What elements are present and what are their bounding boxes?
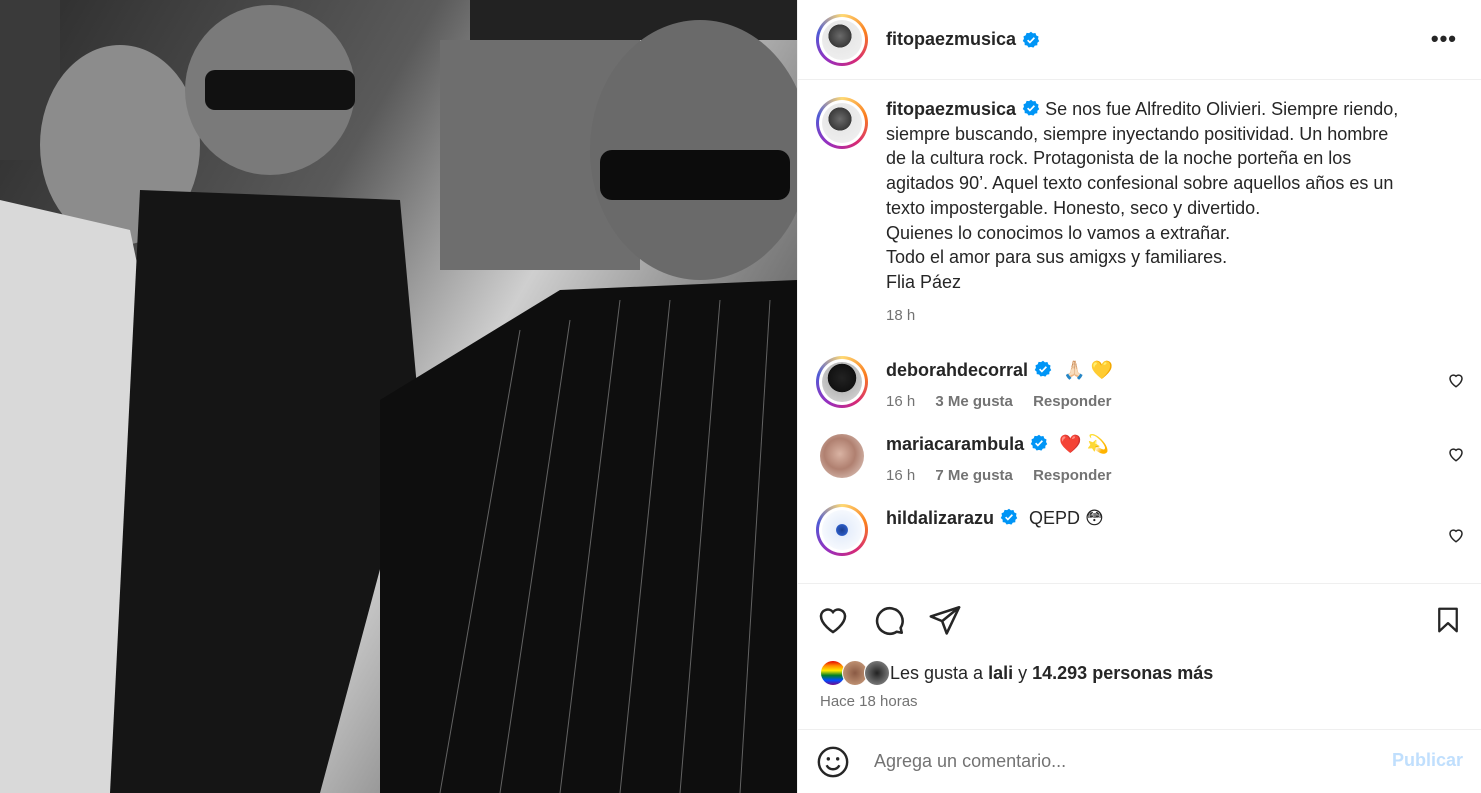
photo-illustration (0, 0, 797, 793)
publish-button[interactable]: Publicar (1392, 750, 1463, 771)
comment-username[interactable]: mariacarambula (886, 434, 1024, 454)
author-username[interactable]: fitopaezmusica (886, 29, 1016, 50)
caption-line: Quienes lo conocimos lo vamos a extrañar… (886, 222, 1231, 243)
verified-badge-icon (1030, 435, 1048, 451)
comment-text: 🙏🏻 💛 (1063, 360, 1113, 381)
like-heart-icon[interactable] (816, 603, 850, 637)
comment-avatar[interactable] (816, 504, 868, 557)
verified-badge-icon (1034, 361, 1052, 377)
verified-badge-icon (1000, 509, 1018, 525)
comment-bubble-icon[interactable] (872, 603, 906, 637)
emoji-picker-icon[interactable] (816, 745, 850, 779)
save-bookmark-icon[interactable] (1433, 604, 1463, 636)
caption-line: texto impostergable. Honesto, seco y div… (886, 197, 1261, 218)
verified-badge-icon (1022, 31, 1040, 48)
comment-item: hildalizarazu QEPD 😳 (798, 504, 1481, 557)
comment-text: QEPD 😳 (1029, 508, 1104, 529)
like-comment-heart-icon[interactable] (1447, 526, 1465, 544)
post-photo[interactable] (0, 0, 797, 793)
comment-username[interactable]: hildalizarazu (886, 508, 994, 528)
comment-avatar[interactable] (820, 434, 864, 479)
caption-line: agitados 90’. Aquel texto confesional so… (886, 173, 1394, 194)
caption-line: Todo el amor para sus amigxs y familiare… (886, 247, 1228, 268)
post-header: fitopaezmusica ••• (798, 0, 1481, 80)
comment-time[interactable]: 16 h (886, 467, 915, 484)
caption-line: Se nos fue Alfredito Olivieri. Siempre r… (1045, 99, 1399, 119)
author-avatar[interactable] (816, 13, 868, 66)
comment-input[interactable] (872, 750, 1356, 773)
comment-username[interactable]: deborahdecorral (886, 360, 1028, 380)
caption-text: fitopaezmusica Se nos fue Alfredito Oliv… (886, 97, 1426, 328)
caption-username[interactable]: fitopaezmusica (886, 99, 1016, 119)
likes-user-link[interactable]: lali (988, 663, 1013, 684)
post-timestamp[interactable]: Hace 18 horas (798, 693, 1481, 710)
comment-likes[interactable]: 7 Me gusta (935, 467, 1013, 484)
comment-composer: Publicar (798, 729, 1481, 793)
comment-time[interactable]: 16 h (886, 393, 915, 410)
like-comment-heart-icon[interactable] (1447, 445, 1465, 463)
likes-joiner: y (1018, 662, 1028, 683)
reply-button[interactable]: Responder (1033, 393, 1111, 410)
comments-scroll-area[interactable]: fitopaezmusica Se nos fue Alfredito Oliv… (798, 81, 1481, 583)
share-paper-plane-icon[interactable] (928, 603, 962, 637)
instagram-post: fitopaezmusica ••• fitopaezmusica Se nos… (0, 0, 1481, 793)
post-actions: Les gusta a lali y 14.293 personas más H… (798, 583, 1481, 710)
comment-text: ❤️ 💫 (1059, 434, 1109, 455)
verified-badge-icon (1022, 99, 1040, 116)
liker-avatars (820, 660, 890, 686)
likes-others-link[interactable]: 14.293 personas más (1032, 663, 1213, 684)
caption-line: de la cultura rock. Protagonista de la n… (886, 148, 1352, 169)
like-comment-heart-icon[interactable] (1447, 371, 1465, 389)
caption-avatar[interactable] (816, 97, 868, 149)
caption-line: siempre buscando, siempre inyectando pos… (886, 123, 1389, 144)
post-details-panel: fitopaezmusica ••• fitopaezmusica Se nos… (797, 0, 1481, 793)
comment-item: deborahdecorral 🙏🏻 💛 16 h 3 Me gusta Res… (798, 356, 1481, 410)
comment-avatar[interactable] (816, 356, 868, 409)
caption-time[interactable]: 18 h (886, 304, 1426, 329)
likes-summary[interactable]: Les gusta a lali y 14.293 personas más (798, 658, 1481, 688)
caption: fitopaezmusica Se nos fue Alfredito Oliv… (798, 81, 1481, 328)
likes-prefix: Les gusta a (890, 662, 984, 683)
comment-likes[interactable]: 3 Me gusta (935, 393, 1013, 410)
more-options-button[interactable]: ••• (1431, 26, 1457, 52)
reply-button[interactable]: Responder (1033, 467, 1111, 484)
caption-line: Flia Páez (886, 271, 962, 292)
comment-item: mariacarambula ❤️ 💫 16 h 7 Me gusta Resp… (798, 430, 1481, 484)
